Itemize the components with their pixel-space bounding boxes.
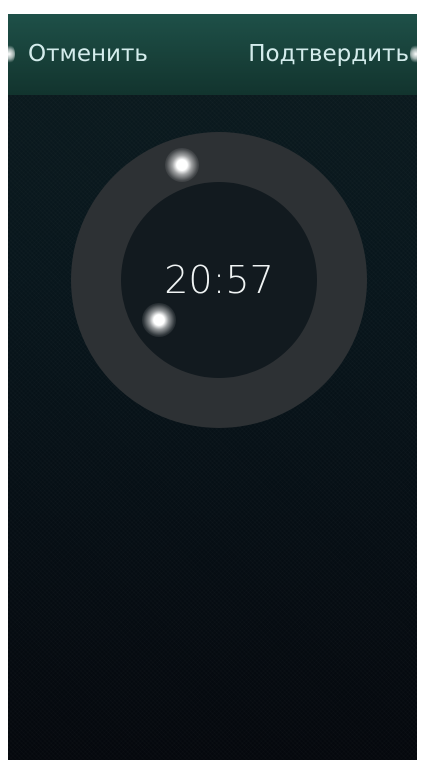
time-display: 20:57 [164, 258, 274, 302]
hour-handle[interactable] [165, 148, 199, 182]
cancel-glow-icon [8, 44, 15, 64]
cancel-button[interactable]: Отменить [28, 36, 148, 72]
confirm-glow-icon [410, 44, 417, 64]
dialog-header: Отменить Подтвердить [8, 14, 417, 95]
minute-handle[interactable] [142, 303, 176, 337]
confirm-button[interactable]: Подтвердить [248, 36, 409, 72]
time-picker-screen: Отменить Подтвердить 20:57 [8, 14, 417, 760]
time-dial[interactable]: 20:57 [71, 132, 367, 428]
